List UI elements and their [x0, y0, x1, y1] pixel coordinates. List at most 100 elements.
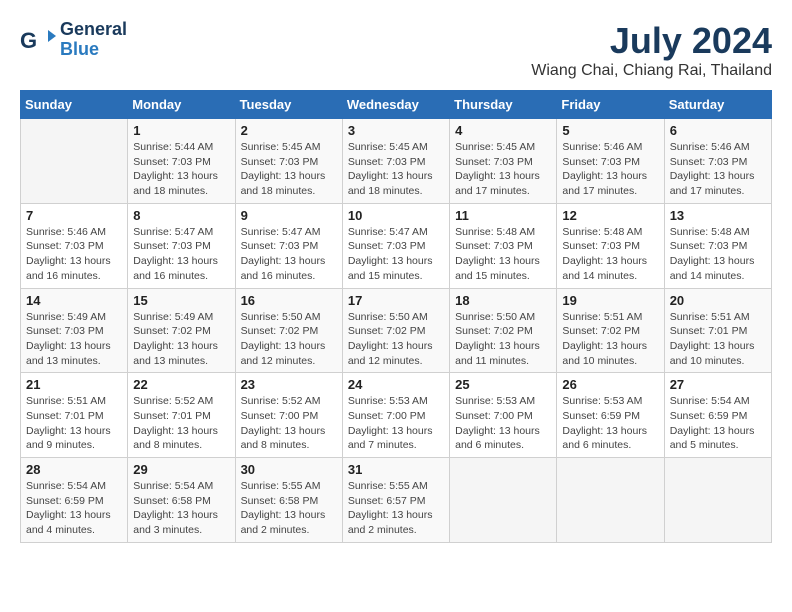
- day-number: 7: [26, 208, 122, 223]
- title-area: July 2024 Wiang Chai, Chiang Rai, Thaila…: [531, 20, 772, 80]
- day-info: Sunrise: 5:52 AM Sunset: 7:00 PM Dayligh…: [241, 394, 337, 453]
- day-info: Sunrise: 5:47 AM Sunset: 7:03 PM Dayligh…: [348, 225, 444, 284]
- day-info: Sunrise: 5:53 AM Sunset: 6:59 PM Dayligh…: [562, 394, 658, 453]
- day-info: Sunrise: 5:48 AM Sunset: 7:03 PM Dayligh…: [562, 225, 658, 284]
- page-header: G General Blue July 2024 Wiang Chai, Chi…: [20, 20, 772, 80]
- day-number: 11: [455, 208, 551, 223]
- day-number: 20: [670, 293, 766, 308]
- day-info: Sunrise: 5:48 AM Sunset: 7:03 PM Dayligh…: [455, 225, 551, 284]
- weekday-header-friday: Friday: [557, 91, 664, 119]
- week-row-1: 1 Sunrise: 5:44 AM Sunset: 7:03 PM Daylig…: [21, 119, 772, 204]
- day-number: 25: [455, 377, 551, 392]
- calendar-cell: 3 Sunrise: 5:45 AM Sunset: 7:03 PM Daylig…: [342, 119, 449, 204]
- day-info: Sunrise: 5:46 AM Sunset: 7:03 PM Dayligh…: [562, 140, 658, 199]
- day-info: Sunrise: 5:52 AM Sunset: 7:01 PM Dayligh…: [133, 394, 229, 453]
- calendar-cell: 22 Sunrise: 5:52 AM Sunset: 7:01 PM Dayli…: [128, 373, 235, 458]
- day-info: Sunrise: 5:45 AM Sunset: 7:03 PM Dayligh…: [455, 140, 551, 199]
- day-info: Sunrise: 5:45 AM Sunset: 7:03 PM Dayligh…: [241, 140, 337, 199]
- svg-text:G: G: [20, 28, 37, 53]
- day-number: 14: [26, 293, 122, 308]
- day-number: 9: [241, 208, 337, 223]
- calendar-cell: 28Sunrise: 5:54 AM Sunset: 6:59 PM Dayli…: [21, 458, 128, 543]
- calendar-cell: 25 Sunrise: 5:53 AM Sunset: 7:00 PM Dayli…: [450, 373, 557, 458]
- weekday-header-tuesday: Tuesday: [235, 91, 342, 119]
- calendar-cell: [664, 458, 771, 543]
- day-number: 4: [455, 123, 551, 138]
- day-number: 15: [133, 293, 229, 308]
- calendar-cell: 1 Sunrise: 5:44 AM Sunset: 7:03 PM Daylig…: [128, 119, 235, 204]
- week-row-3: 14 Sunrise: 5:49 AM Sunset: 7:03 PM Dayli…: [21, 288, 772, 373]
- calendar-cell: 2 Sunrise: 5:45 AM Sunset: 7:03 PM Daylig…: [235, 119, 342, 204]
- day-number: 1: [133, 123, 229, 138]
- calendar-cell: 9 Sunrise: 5:47 AM Sunset: 7:03 PM Daylig…: [235, 203, 342, 288]
- day-number: 3: [348, 123, 444, 138]
- day-info: Sunrise: 5:54 AM Sunset: 6:59 PM Dayligh…: [670, 394, 766, 453]
- day-number: 13: [670, 208, 766, 223]
- day-number: 22: [133, 377, 229, 392]
- calendar-cell: [557, 458, 664, 543]
- weekday-header-wednesday: Wednesday: [342, 91, 449, 119]
- calendar-cell: 14 Sunrise: 5:49 AM Sunset: 7:03 PM Dayli…: [21, 288, 128, 373]
- day-info: Sunrise: 5:51 AM Sunset: 7:01 PM Dayligh…: [26, 394, 122, 453]
- day-number: 8: [133, 208, 229, 223]
- day-info: Sunrise: 5:47 AM Sunset: 7:03 PM Dayligh…: [133, 225, 229, 284]
- day-info: Sunrise: 5:50 AM Sunset: 7:02 PM Dayligh…: [348, 310, 444, 369]
- day-info: Sunrise: 5:47 AM Sunset: 7:03 PM Dayligh…: [241, 225, 337, 284]
- day-number: 31: [348, 462, 444, 477]
- calendar-cell: 10 Sunrise: 5:47 AM Sunset: 7:03 PM Dayli…: [342, 203, 449, 288]
- day-info: Sunrise: 5:48 AM Sunset: 7:03 PM Dayligh…: [670, 225, 766, 284]
- day-info: Sunrise: 5:50 AM Sunset: 7:02 PM Dayligh…: [455, 310, 551, 369]
- weekday-header-thursday: Thursday: [450, 91, 557, 119]
- day-number: 28: [26, 462, 122, 477]
- calendar-cell: 5Sunrise: 5:46 AM Sunset: 7:03 PM Daylig…: [557, 119, 664, 204]
- day-info: Sunrise: 5:55 AM Sunset: 6:57 PM Dayligh…: [348, 479, 444, 538]
- calendar-cell: [21, 119, 128, 204]
- calendar-cell: 31 Sunrise: 5:55 AM Sunset: 6:57 PM Dayli…: [342, 458, 449, 543]
- calendar-cell: 6 Sunrise: 5:46 AM Sunset: 7:03 PM Daylig…: [664, 119, 771, 204]
- day-info: Sunrise: 5:53 AM Sunset: 7:00 PM Dayligh…: [455, 394, 551, 453]
- day-number: 18: [455, 293, 551, 308]
- logo: G General Blue: [20, 20, 127, 60]
- weekday-header-sunday: Sunday: [21, 91, 128, 119]
- day-info: Sunrise: 5:45 AM Sunset: 7:03 PM Dayligh…: [348, 140, 444, 199]
- day-info: Sunrise: 5:54 AM Sunset: 6:58 PM Dayligh…: [133, 479, 229, 538]
- weekday-header-row: SundayMondayTuesdayWednesdayThursdayFrid…: [21, 91, 772, 119]
- month-title: July 2024: [531, 20, 772, 62]
- day-info: Sunrise: 5:44 AM Sunset: 7:03 PM Dayligh…: [133, 140, 229, 199]
- day-number: 26: [562, 377, 658, 392]
- day-number: 21: [26, 377, 122, 392]
- calendar-cell: 23 Sunrise: 5:52 AM Sunset: 7:00 PM Dayli…: [235, 373, 342, 458]
- day-number: 12: [562, 208, 658, 223]
- day-number: 30: [241, 462, 337, 477]
- logo-icon: G: [20, 22, 56, 58]
- day-number: 29: [133, 462, 229, 477]
- calendar-cell: [450, 458, 557, 543]
- calendar-cell: 21 Sunrise: 5:51 AM Sunset: 7:01 PM Dayli…: [21, 373, 128, 458]
- calendar-cell: 27Sunrise: 5:54 AM Sunset: 6:59 PM Dayli…: [664, 373, 771, 458]
- logo-general: General: [60, 20, 127, 40]
- day-number: 6: [670, 123, 766, 138]
- day-info: Sunrise: 5:46 AM Sunset: 7:03 PM Dayligh…: [670, 140, 766, 199]
- day-info: Sunrise: 5:49 AM Sunset: 7:02 PM Dayligh…: [133, 310, 229, 369]
- day-info: Sunrise: 5:51 AM Sunset: 7:01 PM Dayligh…: [670, 310, 766, 369]
- day-info: Sunrise: 5:55 AM Sunset: 6:58 PM Dayligh…: [241, 479, 337, 538]
- day-info: Sunrise: 5:50 AM Sunset: 7:02 PM Dayligh…: [241, 310, 337, 369]
- calendar-cell: 30 Sunrise: 5:55 AM Sunset: 6:58 PM Dayli…: [235, 458, 342, 543]
- calendar-table: SundayMondayTuesdayWednesdayThursdayFrid…: [20, 90, 772, 543]
- calendar-cell: 15 Sunrise: 5:49 AM Sunset: 7:02 PM Dayli…: [128, 288, 235, 373]
- calendar-cell: 24Sunrise: 5:53 AM Sunset: 7:00 PM Dayli…: [342, 373, 449, 458]
- day-number: 17: [348, 293, 444, 308]
- day-info: Sunrise: 5:51 AM Sunset: 7:02 PM Dayligh…: [562, 310, 658, 369]
- day-number: 2: [241, 123, 337, 138]
- day-number: 19: [562, 293, 658, 308]
- day-info: Sunrise: 5:49 AM Sunset: 7:03 PM Dayligh…: [26, 310, 122, 369]
- calendar-cell: 18 Sunrise: 5:50 AM Sunset: 7:02 PM Dayli…: [450, 288, 557, 373]
- calendar-cell: 8 Sunrise: 5:47 AM Sunset: 7:03 PM Daylig…: [128, 203, 235, 288]
- day-number: 10: [348, 208, 444, 223]
- calendar-cell: 4 Sunrise: 5:45 AM Sunset: 7:03 PM Daylig…: [450, 119, 557, 204]
- location-title: Wiang Chai, Chiang Rai, Thailand: [531, 62, 772, 80]
- week-row-5: 28Sunrise: 5:54 AM Sunset: 6:59 PM Dayli…: [21, 458, 772, 543]
- day-number: 23: [241, 377, 337, 392]
- calendar-cell: 11 Sunrise: 5:48 AM Sunset: 7:03 PM Dayli…: [450, 203, 557, 288]
- calendar-cell: 12 Sunrise: 5:48 AM Sunset: 7:03 PM Dayli…: [557, 203, 664, 288]
